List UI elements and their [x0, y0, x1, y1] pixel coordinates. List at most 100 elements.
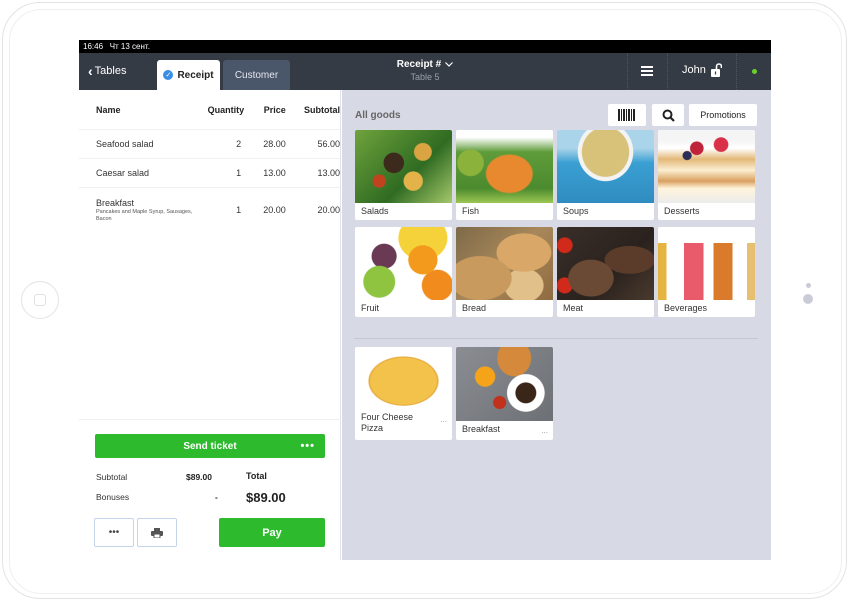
category-desserts[interactable]: Desserts [658, 130, 755, 220]
tab-customer[interactable]: Customer [223, 60, 290, 90]
status-date: Чт 13 сент. [109, 42, 150, 51]
category-label: Meat [563, 303, 584, 313]
item-subtotal: 20.00 [317, 205, 341, 215]
total-label: Total [246, 471, 267, 481]
tab-customer-label: Customer [234, 69, 279, 81]
item-quantity: 1 [236, 168, 242, 178]
category-label: Salads [361, 206, 389, 216]
screen: 16:46 Чт 13 сент. 51 % ‹ Tables ✓ Receip… [79, 40, 771, 560]
item-quantity: 1 [236, 205, 242, 215]
tab-receipt-label: Receipt [177, 69, 214, 81]
product-breakfast[interactable]: Breakfast ... [456, 347, 553, 440]
chevron-left-icon: ‹ [88, 62, 93, 79]
fish-image [456, 130, 553, 203]
nav-divider [667, 53, 668, 90]
send-options-icon[interactable]: ••• [300, 440, 315, 452]
search-icon [662, 109, 675, 122]
item-name: Breakfast [96, 197, 135, 208]
soups-image [557, 130, 654, 203]
product-more-icon[interactable]: ... [440, 415, 447, 424]
subtotal-value: $89.00 [186, 472, 212, 482]
subtotal-label: Subtotal [96, 472, 128, 482]
check-circle-icon: ✓ [163, 70, 174, 80]
receipt-footer: Send ticket ••• Subtotal $89.00 Total Bo… [79, 419, 341, 560]
bread-image [456, 227, 553, 300]
home-button[interactable] [21, 281, 59, 319]
category-fruit[interactable]: Fruit [355, 227, 452, 317]
pizza-image [355, 347, 452, 409]
sensor-dot [806, 283, 811, 288]
item-subtotal: 56.00 [317, 139, 341, 149]
promotions-button[interactable]: Promotions [689, 104, 757, 126]
online-status-dot [752, 69, 757, 74]
send-ticket-label: Send ticket [183, 440, 237, 452]
receipt-row[interactable]: Caesar salad 1 13.00 13.00 [79, 159, 340, 188]
promotions-label: Promotions [700, 110, 746, 120]
desserts-image [658, 130, 755, 203]
tab-receipt[interactable]: ✓ Receipt [157, 60, 220, 90]
category-label: Fish [462, 206, 480, 216]
item-name: Seafood salad [96, 139, 154, 149]
hamburger-menu-icon[interactable] [641, 66, 653, 76]
meat-image [557, 227, 654, 300]
category-label: Beverages [664, 303, 708, 313]
category-bread[interactable]: Bread [456, 227, 553, 317]
total-value: $89.00 [246, 490, 286, 505]
category-soups[interactable]: Soups [557, 130, 654, 220]
more-options-button[interactable]: ••• [94, 518, 134, 547]
header-price: Price [263, 104, 286, 115]
bonuses-value: - [215, 492, 218, 502]
receipt-row[interactable]: Seafood salad 2 28.00 56.00 [79, 130, 340, 159]
receipt-panel: Name Quantity Price Subtotal Seafood sal… [79, 90, 341, 560]
camera-dot [803, 294, 813, 304]
section-divider [354, 338, 758, 339]
status-bar: 16:46 Чт 13 сент. 51 % [79, 40, 771, 560]
nav-divider [627, 53, 628, 90]
pay-label: Pay [262, 526, 282, 539]
header-subtotal: Subtotal [304, 104, 340, 115]
print-button[interactable] [137, 518, 177, 547]
home-square-icon [34, 294, 46, 306]
navbar: ‹ Tables ✓ Receipt Customer Receipt # Ta… [79, 53, 771, 90]
product-four-cheese-pizza[interactable]: Four Cheese Pizza ... [355, 347, 452, 440]
category-meat[interactable]: Meat [557, 227, 654, 317]
more-dots-icon: ••• [108, 527, 120, 538]
printer-icon [151, 527, 163, 538]
user-name: John [682, 64, 706, 76]
fruit-image [355, 227, 452, 300]
category-label: Fruit [361, 303, 379, 313]
category-label: Bread [462, 303, 487, 313]
back-label: Tables [94, 65, 127, 77]
header-quantity: Quantity [207, 104, 245, 115]
status-time: 16:46 [83, 42, 104, 51]
barcode-icon [618, 109, 635, 121]
item-name: Caesar salad [96, 168, 150, 178]
product-more-icon[interactable]: ... [541, 426, 548, 435]
item-price: 20.00 [263, 205, 286, 215]
category-fish[interactable]: Fish [456, 130, 553, 220]
search-button[interactable] [652, 104, 684, 126]
category-label: Soups [563, 206, 589, 216]
category-beverages[interactable]: Beverages [658, 227, 755, 317]
receipt-row[interactable]: Breakfast Pancakes and Maple Syrup, Saus… [79, 188, 340, 232]
category-salads[interactable]: Salads [355, 130, 452, 220]
unlock-icon [710, 63, 722, 77]
back-button[interactable]: ‹ Tables [88, 62, 127, 79]
receipt-table-header: Name Quantity Price Subtotal [79, 90, 340, 130]
bonuses-label: Bonuses [96, 492, 130, 502]
barcode-button[interactable] [608, 104, 646, 126]
chevron-down-icon [445, 62, 454, 67]
user-button[interactable]: John [682, 63, 722, 77]
item-quantity: 2 [236, 139, 242, 149]
item-price: 13.00 [263, 168, 286, 178]
goods-panel: All goods Promotions Salads Fish Soups D… [342, 90, 771, 560]
item-modifiers: Pancakes and Maple Syrup, Sausages, Baco… [96, 208, 193, 222]
breakfast-image [456, 347, 553, 421]
pay-button[interactable]: Pay [219, 518, 325, 547]
send-ticket-button[interactable]: Send ticket ••• [95, 434, 325, 458]
salads-image [355, 130, 452, 203]
receipt-title-dropdown[interactable]: Receipt # Table 5 [379, 59, 471, 82]
header-name: Name [96, 104, 121, 115]
item-price: 28.00 [263, 139, 286, 149]
goods-title: All goods [355, 110, 401, 121]
